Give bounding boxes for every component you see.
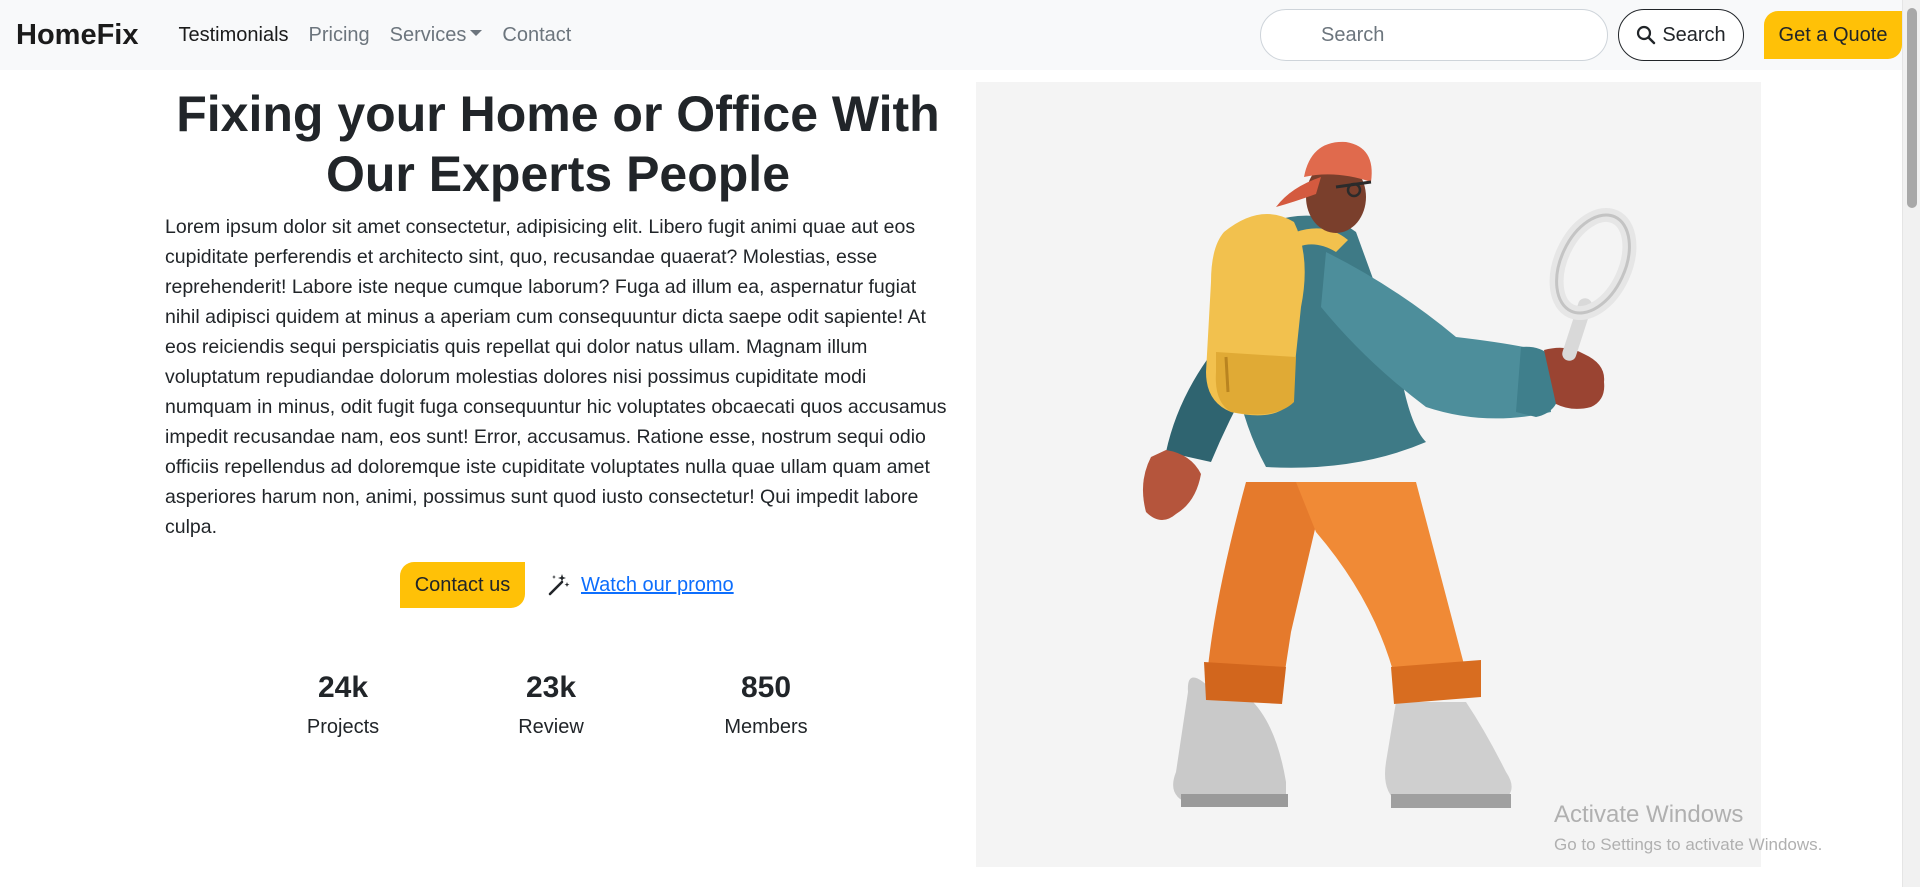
nav-link-testimonials[interactable]: Testimonials (168, 24, 298, 47)
magic-wand-icon (548, 574, 570, 596)
pants-right-leg (1296, 482, 1466, 682)
caret-down-icon (470, 30, 483, 37)
search-button-label: Search (1662, 23, 1726, 46)
vertical-scrollbar[interactable] (1902, 0, 1920, 887)
nav-link-services-label: Services (389, 23, 467, 46)
search-icon (1637, 25, 1656, 45)
stat-label: Review (518, 716, 584, 738)
nav-link-pricing[interactable]: Pricing (299, 24, 380, 47)
search-input[interactable]: Search (1260, 9, 1608, 61)
stat-label: Members (724, 716, 808, 738)
stat-value: 850 (740, 671, 792, 704)
worker-with-magnifier-illustration (1142, 141, 1637, 808)
right-shoe (1385, 702, 1512, 804)
stat-label: Projects (306, 716, 380, 738)
hero-illustration (976, 82, 1761, 867)
watch-promo-link[interactable]: Watch our promo (581, 574, 734, 597)
search-button[interactable]: Search (1618, 9, 1744, 61)
stat-value: 24k (317, 671, 369, 704)
hero-title-line1: Fixing your Home or Office With (176, 86, 940, 142)
navbar: HomeFix Testimonials Pricing Services Co… (0, 0, 1902, 70)
nav-link-contact[interactable]: Contact (492, 24, 581, 47)
nav-links: Testimonials Pricing Services Contact (168, 24, 581, 47)
stat-members: 850 Members (706, 668, 826, 739)
stat-review: 23k Review (501, 668, 601, 739)
cta-row: Contact us Watch our promo (400, 562, 734, 608)
brand-logo[interactable]: HomeFix (16, 19, 138, 52)
get-quote-button[interactable]: Get a Quote (1764, 11, 1902, 59)
watermark-subtitle: Go to Settings to activate Windows. (1554, 835, 1823, 854)
nav-right: Search Search Get a Quote (1260, 0, 1902, 70)
stat-projects: 24k Projects (293, 668, 393, 739)
activate-windows-watermark: Activate Windows Go to Settings to activ… (1554, 800, 1822, 856)
contact-us-button[interactable]: Contact us (400, 562, 525, 608)
hero-title: Fixing your Home or Office With Our Expe… (140, 84, 976, 204)
nav-link-services[interactable]: Services (380, 24, 493, 47)
promo-link-group[interactable]: Watch our promo (547, 573, 734, 597)
scrollbar-thumb[interactable] (1907, 8, 1917, 208)
hero-paragraph: Lorem ipsum dolor sit amet consectetur, … (165, 216, 947, 538)
back-hand (1142, 450, 1201, 521)
watermark-title: Activate Windows (1554, 801, 1744, 828)
magnifier-ring (1549, 207, 1637, 321)
hero-title-line2: Our Experts People (325, 146, 791, 202)
stat-value: 23k (525, 671, 577, 704)
